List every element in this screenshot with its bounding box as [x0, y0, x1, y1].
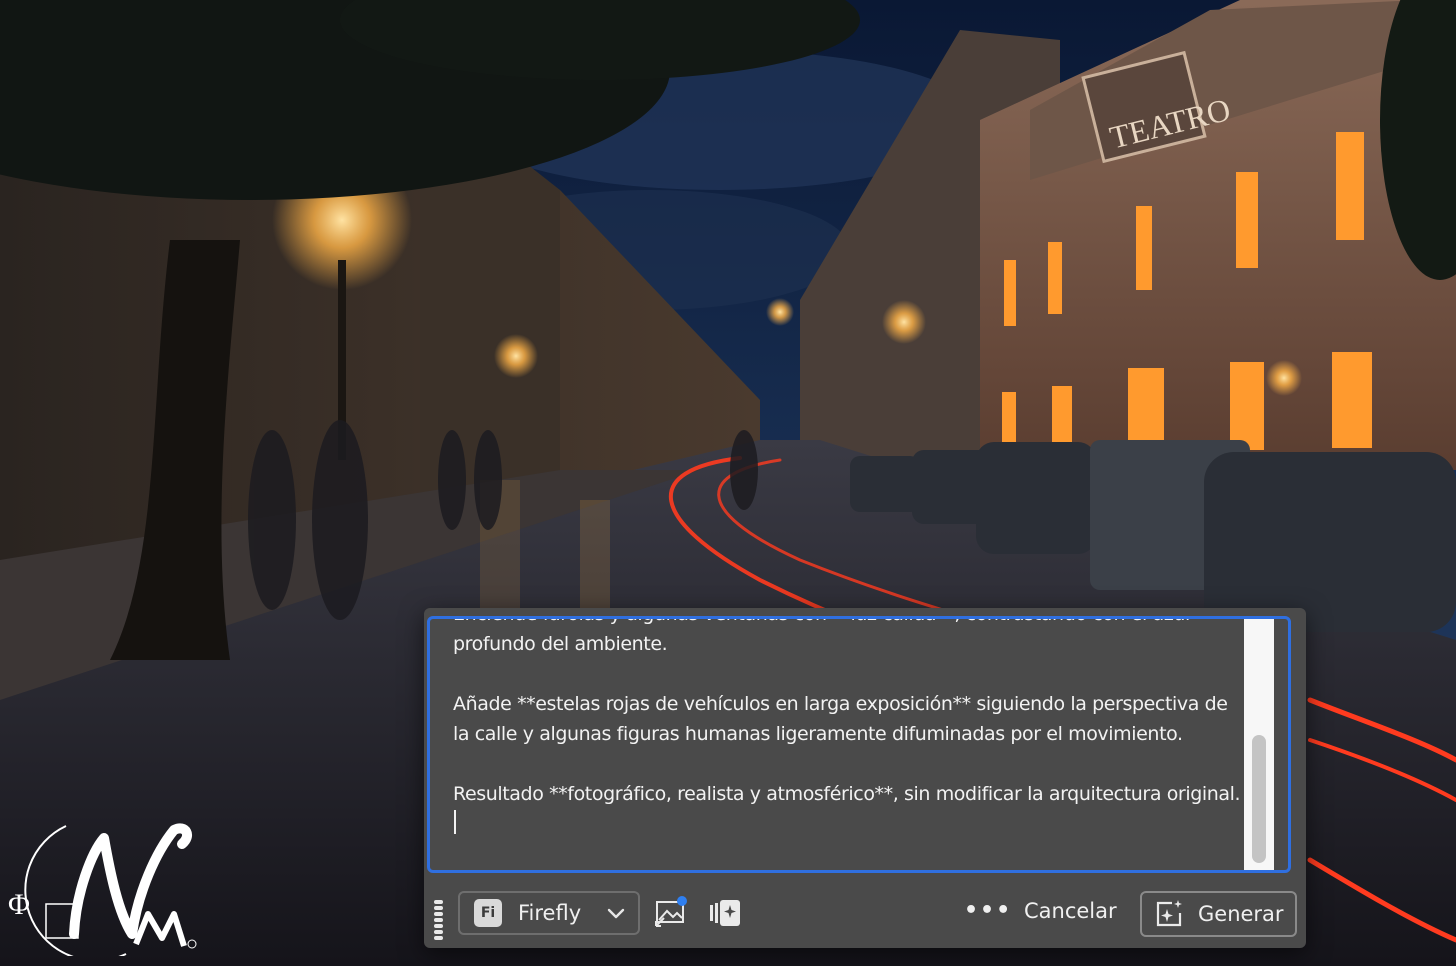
generate-button[interactable]: Generar — [1140, 891, 1297, 937]
scrollbar-track[interactable] — [1244, 619, 1274, 870]
drag-handle-icon[interactable] — [434, 900, 444, 946]
prompt-paragraph-3: Resultado **fotográfico, realista y atmo… — [453, 783, 1241, 805]
prompt-toolbar: Fi Firefly ••• Cancelar Generar — [424, 886, 1306, 948]
prompt-clipped-line: Enciende farolas y algunas ventanas con … — [453, 619, 1190, 625]
scrollbar-thumb[interactable] — [1252, 735, 1266, 863]
generate-label: Generar — [1198, 902, 1284, 926]
nm-logo-watermark: Φ — [6, 822, 202, 962]
prompt-textarea[interactable]: Enciende farolas y algunas ventanas con … — [427, 616, 1291, 873]
generative-prompt-panel: Enciende farolas y algunas ventanas con … — [424, 608, 1306, 948]
svg-text:Φ: Φ — [8, 888, 30, 921]
prompt-paragraph-1: profundo del ambiente. — [453, 633, 668, 655]
reference-image-icon[interactable] — [654, 896, 688, 930]
style-effects-icon[interactable] — [708, 896, 742, 930]
text-caret — [454, 810, 456, 834]
prompt-paragraph-2: Añade **estelas rojas de vehículos en la… — [453, 693, 1234, 745]
model-picker-dropdown[interactable]: Fi Firefly — [458, 891, 640, 935]
chevron-down-icon — [607, 908, 625, 919]
cancel-button[interactable]: Cancelar — [1024, 899, 1117, 923]
firefly-badge-icon: Fi — [474, 899, 502, 927]
generate-sparkle-icon — [1156, 900, 1182, 927]
more-options-icon[interactable]: ••• — [964, 898, 1012, 923]
model-label: Firefly — [518, 901, 582, 925]
